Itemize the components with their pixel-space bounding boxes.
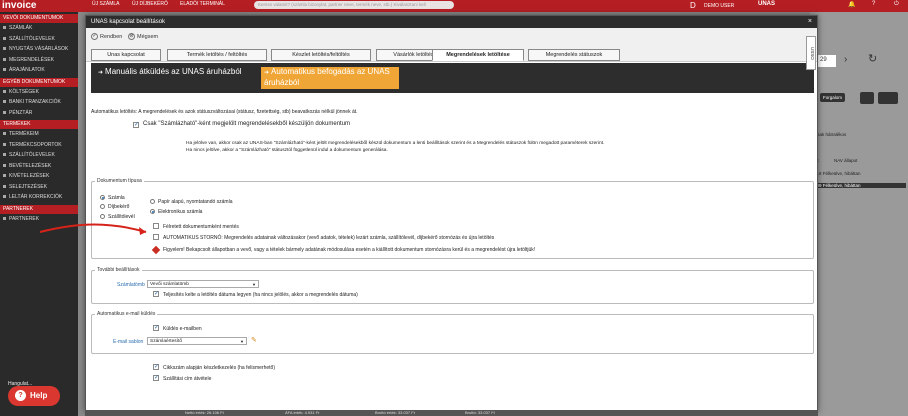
annotation-arrow-icon [39,223,147,235]
